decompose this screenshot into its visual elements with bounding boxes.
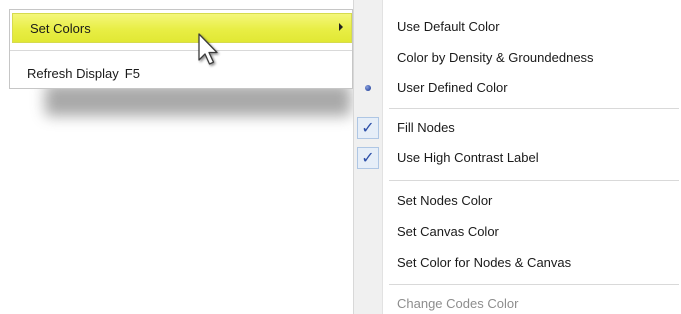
- arrow-pointer-icon: [198, 33, 218, 65]
- submenu-item-label: Set Color for Nodes & Canvas: [397, 255, 572, 270]
- submenu-item-fill-nodes[interactable]: ✓ Fill Nodes: [353, 113, 681, 143]
- checkmark-icon: ✓: [357, 117, 379, 139]
- submenu-item-use-default-color[interactable]: Use Default Color: [353, 12, 681, 42]
- submenu-item-set-canvas-color[interactable]: Set Canvas Color: [353, 217, 681, 247]
- submenu-arrow-icon: [339, 23, 343, 31]
- submenu-item-user-defined-color[interactable]: User Defined Color: [353, 73, 681, 103]
- submenu-item-label: Change Codes Color: [397, 296, 519, 311]
- submenu-item-label: Use High Contrast Label: [397, 150, 539, 165]
- submenu-item-set-nodes-canvas-color[interactable]: Set Color for Nodes & Canvas: [353, 248, 681, 278]
- submenu-item-label: Set Canvas Color: [397, 224, 499, 239]
- menu-item-set-colors[interactable]: Set Colors: [12, 13, 352, 43]
- submenu-item-change-codes-color: Change Codes Color: [353, 289, 681, 314]
- submenu-item-label: Color by Density & Groundedness: [397, 50, 594, 65]
- menu-item-shortcut: F5: [124, 65, 140, 81]
- submenu-item-label: Set Nodes Color: [397, 193, 493, 208]
- screen: Set Colors Refresh Display F5 Use Defaul…: [0, 0, 681, 314]
- menu-item-label: Set Colors: [30, 20, 91, 36]
- menu-item-label: Refresh Display: [27, 65, 119, 81]
- set-colors-submenu: Use Default Color Color by Density & Gro…: [353, 0, 681, 314]
- submenu-item-color-by-density[interactable]: Color by Density & Groundedness: [353, 43, 681, 73]
- submenu-item-set-nodes-color[interactable]: Set Nodes Color: [353, 186, 681, 216]
- submenu-separator: [389, 284, 679, 285]
- menu-separator: [10, 50, 352, 51]
- submenu-item-label: Fill Nodes: [397, 120, 455, 135]
- context-menu: Set Colors Refresh Display F5: [9, 9, 353, 89]
- radio-selected-icon: [357, 77, 379, 99]
- submenu-separator: [389, 108, 679, 109]
- submenu-separator: [389, 180, 679, 181]
- checkmark-icon: ✓: [357, 147, 379, 169]
- menu-item-refresh-display[interactable]: Refresh Display F5: [10, 58, 352, 88]
- submenu-item-label: Use Default Color: [397, 19, 500, 34]
- submenu-item-high-contrast-label[interactable]: ✓ Use High Contrast Label: [353, 143, 681, 173]
- submenu-item-label: User Defined Color: [397, 80, 508, 95]
